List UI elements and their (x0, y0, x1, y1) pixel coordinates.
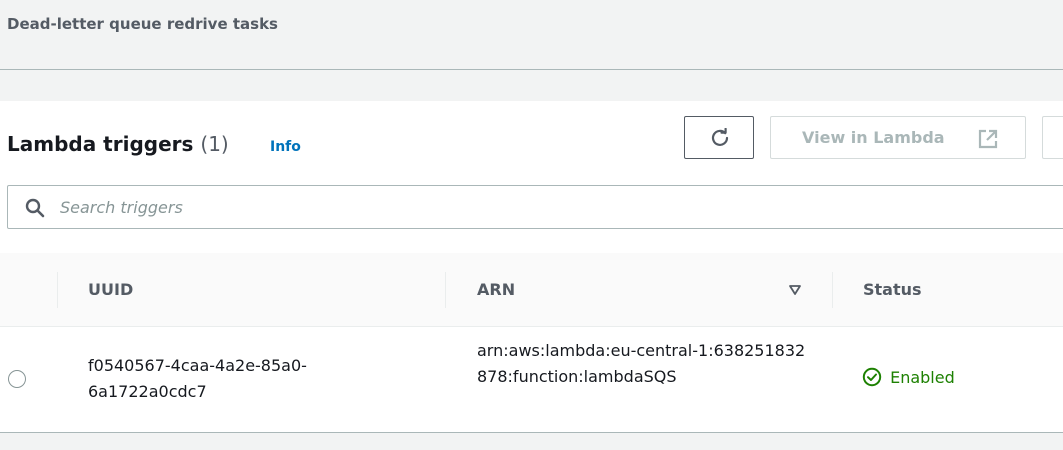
search-icon (25, 198, 45, 218)
column-separator (57, 272, 58, 308)
panel-count: (1) (200, 132, 229, 156)
more-actions-button[interactable] (1042, 116, 1063, 159)
panel-bottom-border (0, 432, 1063, 450)
table-header: UUID ARN Status (0, 253, 1063, 327)
table-row[interactable]: f0540567-4caa-4a2e-85a0-6a1722a0cdc7 arn… (0, 327, 1063, 432)
tab-dlq-redrive-tasks[interactable]: Dead-letter queue redrive tasks (7, 15, 278, 33)
column-separator (832, 272, 833, 308)
row-select-radio[interactable] (8, 370, 26, 388)
info-link[interactable]: Info (270, 139, 301, 155)
search-box (7, 185, 1063, 229)
search-input[interactable] (58, 194, 658, 220)
tab-strip: Dead-letter queue redrive tasks (0, 0, 1063, 70)
column-header-status[interactable]: Status (863, 280, 922, 299)
view-in-lambda-button[interactable]: View in Lambda (770, 116, 1026, 159)
column-separator (445, 272, 446, 308)
status-text: Enabled (890, 368, 955, 387)
status-check-icon (862, 367, 882, 387)
external-link-icon (978, 129, 998, 149)
column-header-arn[interactable]: ARN (477, 280, 515, 299)
column-header-uuid[interactable]: UUID (88, 280, 133, 299)
arn-cell: arn:aws:lambda:eu-central-1:638251832878… (477, 341, 806, 386)
status-cell: Enabled (862, 367, 955, 387)
refresh-icon (711, 128, 729, 146)
refresh-button[interactable] (684, 116, 754, 159)
panel-title-text: Lambda triggers (7, 132, 194, 156)
sort-descending-icon[interactable] (788, 284, 802, 296)
view-in-lambda-label: View in Lambda (802, 128, 945, 147)
uuid-cell: f0540567-4caa-4a2e-85a0-6a1722a0cdc7 (88, 356, 307, 401)
panel-title: Lambda triggers (1) (7, 132, 229, 156)
